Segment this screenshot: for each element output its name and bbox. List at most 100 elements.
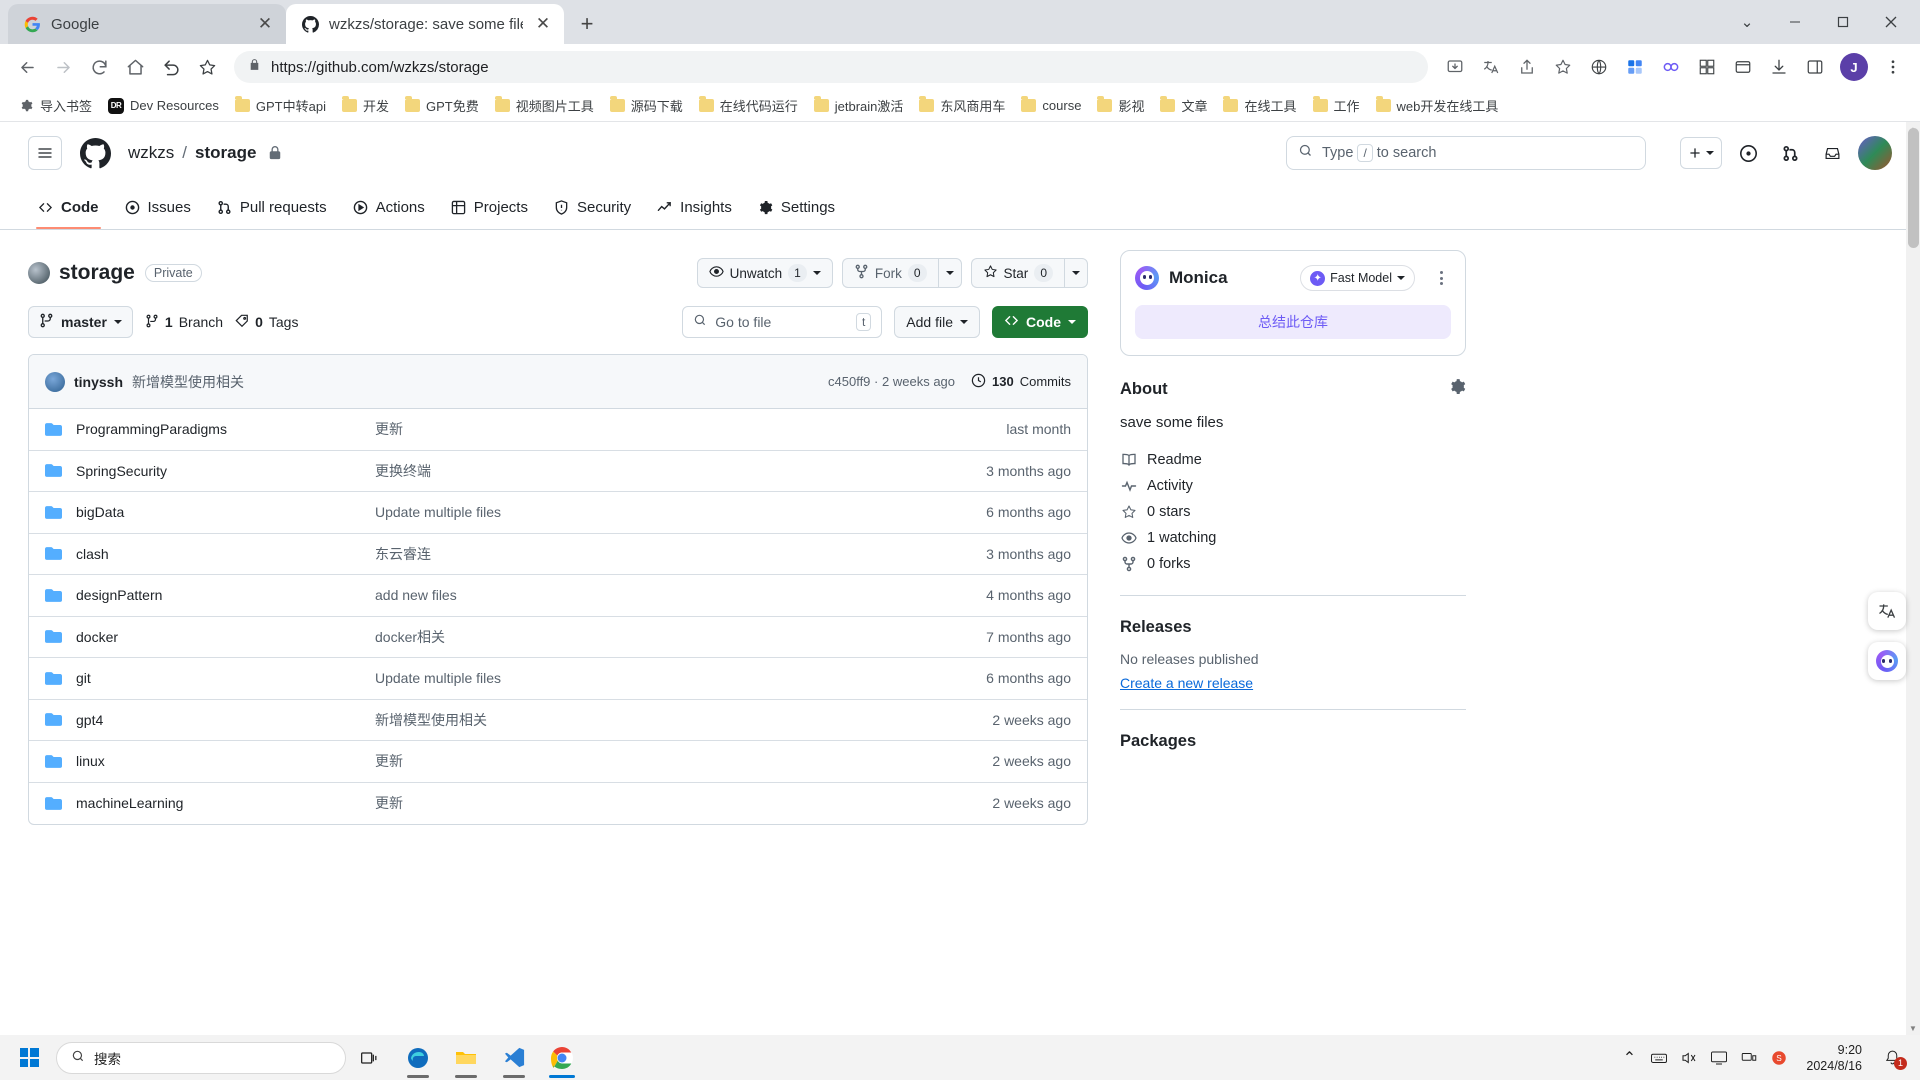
file-name[interactable]: docker: [76, 629, 118, 645]
reload-icon[interactable]: [82, 50, 116, 84]
tray-chevron-icon[interactable]: ⌃: [1618, 1043, 1640, 1073]
bookmark-item[interactable]: 视频图片工具: [488, 93, 601, 118]
file-name[interactable]: SpringSecurity: [76, 463, 167, 479]
breadcrumb-repo[interactable]: storage: [195, 143, 256, 163]
bookmark-item[interactable]: 影视: [1090, 93, 1151, 118]
model-selector[interactable]: ✦ Fast Model: [1300, 265, 1415, 291]
volume-icon[interactable]: [1678, 1043, 1700, 1073]
file-explorer-icon[interactable]: [442, 1035, 490, 1080]
address-bar[interactable]: https://github.com/wzkzs/storage: [234, 51, 1428, 83]
issues-icon[interactable]: [1732, 137, 1764, 169]
table-row[interactable]: clash 东云睿连 3 months ago: [29, 534, 1087, 575]
bookmark-item[interactable]: GPT免费: [398, 93, 486, 118]
star-dropdown-button[interactable]: [1064, 258, 1088, 288]
chevron-down-icon[interactable]: ⌄: [1724, 0, 1770, 44]
bookmark-item[interactable]: web开发在线工具: [1369, 93, 1506, 118]
close-icon[interactable]: ✕: [532, 13, 554, 35]
file-commit-message[interactable]: docker相关: [375, 627, 921, 647]
bookmark-item[interactable]: 源码下载: [603, 93, 690, 118]
bookmark-item[interactable]: course: [1014, 95, 1088, 116]
bookmark-item[interactable]: 文章: [1153, 93, 1214, 118]
tab-actions[interactable]: Actions: [343, 192, 435, 229]
minimize-button[interactable]: [1772, 0, 1818, 44]
keyboard-icon[interactable]: [1648, 1043, 1670, 1073]
table-row[interactable]: linux 更新 2 weeks ago: [29, 741, 1087, 783]
profile-avatar[interactable]: J: [1840, 53, 1868, 81]
extension-globe-icon[interactable]: [1582, 50, 1616, 84]
tab-settings[interactable]: Settings: [748, 192, 845, 229]
file-name[interactable]: machineLearning: [76, 795, 183, 811]
more-options-icon[interactable]: [1431, 271, 1451, 285]
star-outline-icon[interactable]: [1546, 50, 1580, 84]
notification-center-button[interactable]: 1: [1878, 1043, 1907, 1073]
add-file-button[interactable]: Add file: [894, 306, 980, 338]
bookmark-item[interactable]: DR Dev Resources: [101, 95, 226, 117]
close-window-button[interactable]: [1868, 0, 1914, 44]
bookmark-item[interactable]: 工作: [1306, 93, 1367, 118]
home-icon[interactable]: [118, 50, 152, 84]
file-name[interactable]: git: [76, 670, 91, 686]
pull-requests-icon[interactable]: [1774, 137, 1806, 169]
file-name[interactable]: gpt4: [76, 712, 103, 728]
tab-issues[interactable]: Issues: [115, 192, 201, 229]
create-release-link[interactable]: Create a new release: [1120, 675, 1466, 691]
file-commit-message[interactable]: 更新: [375, 793, 921, 813]
bookmark-item[interactable]: jetbrain激活: [807, 93, 911, 118]
gear-icon[interactable]: [1449, 378, 1466, 400]
taskbar-search-input[interactable]: 搜索: [56, 1041, 346, 1074]
bookmark-item[interactable]: 开发: [335, 93, 396, 118]
network-icon[interactable]: [1738, 1043, 1760, 1073]
display-icon[interactable]: [1708, 1043, 1730, 1073]
file-commit-message[interactable]: 更换终端: [375, 461, 921, 481]
sidebar-item-activity[interactable]: Activity: [1120, 473, 1466, 499]
bookmark-item[interactable]: 在线工具: [1216, 93, 1303, 118]
bookmark-item[interactable]: 东风商用车: [912, 93, 1012, 118]
sidebar-item-forks[interactable]: 0 forks: [1120, 551, 1466, 577]
close-icon[interactable]: ✕: [254, 13, 276, 35]
new-tab-button[interactable]: +: [570, 7, 604, 41]
translate-widget-icon[interactable]: [1868, 592, 1906, 630]
bookmark-star-icon[interactable]: [190, 50, 224, 84]
browser-tab-google[interactable]: Google ✕: [8, 4, 286, 44]
tab-pull-requests[interactable]: Pull requests: [207, 192, 337, 229]
bookmark-item[interactable]: GPT中转api: [228, 93, 333, 118]
user-avatar[interactable]: [1858, 136, 1892, 170]
goto-file-input[interactable]: Go to file t: [682, 306, 883, 338]
unwatch-button[interactable]: Unwatch 1: [696, 258, 833, 288]
browser-tab-github[interactable]: wzkzs/storage: save some file ✕: [286, 4, 564, 44]
chrome-icon[interactable]: [538, 1035, 586, 1080]
forward-icon[interactable]: [46, 50, 80, 84]
back-icon[interactable]: [10, 50, 44, 84]
file-name[interactable]: designPattern: [76, 587, 162, 603]
scroll-down-icon[interactable]: ▼: [1906, 1021, 1920, 1035]
sidebar-item-watching[interactable]: 1 watching: [1120, 525, 1466, 551]
browser-menu-icon[interactable]: [1876, 50, 1910, 84]
file-commit-message[interactable]: 更新: [375, 419, 921, 439]
taskbar-clock[interactable]: 9:20 2024/8/16: [1798, 1042, 1870, 1074]
table-row[interactable]: gpt4 新增模型使用相关 2 weeks ago: [29, 700, 1087, 741]
branch-count-link[interactable]: 1 Branch: [145, 314, 223, 331]
bookmark-item[interactable]: 导入书签: [12, 93, 99, 118]
table-row[interactable]: docker docker相关 7 months ago: [29, 617, 1087, 658]
commits-count-link[interactable]: 130 Commits: [971, 373, 1071, 391]
extension-blue-icon[interactable]: [1618, 50, 1652, 84]
sogou-icon[interactable]: S: [1768, 1043, 1790, 1073]
search-input[interactable]: Type / to search: [1286, 136, 1646, 170]
table-row[interactable]: git Update multiple files 6 months ago: [29, 658, 1087, 700]
branch-selector[interactable]: master: [28, 306, 133, 338]
page-title[interactable]: storage: [59, 261, 135, 285]
table-row[interactable]: machineLearning 更新 2 weeks ago: [29, 783, 1087, 825]
commit-hash-time[interactable]: c450ff9 · 2 weeks ago: [828, 374, 955, 389]
star-button[interactable]: Star 0: [970, 258, 1064, 288]
table-row[interactable]: SpringSecurity 更换终端 3 months ago: [29, 451, 1087, 492]
create-new-button[interactable]: [1680, 137, 1722, 169]
start-button[interactable]: [6, 1035, 52, 1080]
file-commit-message[interactable]: Update multiple files: [375, 670, 921, 686]
install-app-icon[interactable]: [1438, 50, 1472, 84]
file-commit-message[interactable]: Update multiple files: [375, 504, 921, 520]
code-button[interactable]: Code: [992, 306, 1088, 338]
file-name[interactable]: bigData: [76, 504, 124, 520]
table-row[interactable]: bigData Update multiple files 6 months a…: [29, 492, 1087, 534]
task-view-icon[interactable]: [346, 1035, 394, 1080]
file-commit-message[interactable]: 东云睿连: [375, 544, 921, 564]
